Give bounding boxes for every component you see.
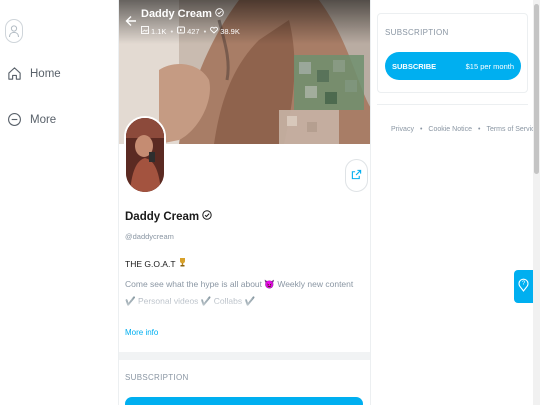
- footer-separator: •: [477, 126, 481, 133]
- profile-handle: @daddycream: [125, 232, 174, 241]
- video-icon: [177, 26, 186, 36]
- left-nav: Home More: [0, 0, 118, 405]
- cover-name: Daddy Cream: [141, 8, 224, 20]
- profile-column: Daddy Cream 1.1K • 427 • 38.9K Daddy Cre…: [118, 0, 371, 405]
- right-sidebar: SUBSCRIPTION SUBSCRIBE $15 per month Pri…: [371, 0, 540, 405]
- sidebar-divider: [377, 104, 528, 105]
- subscription-card: SUBSCRIPTION SUBSCRIBE $15 per month: [377, 13, 528, 93]
- nav-more[interactable]: More: [7, 112, 56, 127]
- section-divider: [119, 352, 370, 360]
- stat-separator: •: [203, 26, 207, 36]
- more-info-link[interactable]: More info: [125, 328, 158, 337]
- subscribe-button[interactable]: SUBSCRIBE $15 per month: [385, 52, 521, 80]
- stat-photos-value: 1.1K: [151, 26, 167, 36]
- subscription-card-label: SUBSCRIPTION: [385, 28, 449, 37]
- more-icon: [7, 112, 22, 127]
- subscription-label: SUBSCRIPTION: [125, 373, 189, 382]
- share-button[interactable]: [345, 159, 368, 192]
- bio-fade: [119, 292, 370, 310]
- privacy-link[interactable]: Privacy: [391, 126, 414, 133]
- cover-stats: 1.1K • 427 • 38.9K: [141, 26, 240, 36]
- bio-title-text: THE G.O.A.T: [125, 259, 176, 269]
- profile-name: Daddy Cream: [125, 210, 212, 223]
- nav-home-label: Home: [30, 67, 61, 80]
- help-icon: ?: [518, 277, 529, 297]
- scrollbar-thumb[interactable]: [534, 4, 539, 174]
- cover-name-text: Daddy Cream: [141, 8, 212, 20]
- trophy-icon: [178, 258, 187, 269]
- profile-page: Home More Daddy Cream 1.1K • 427 • 38.9K…: [0, 0, 540, 405]
- svg-text:?: ?: [522, 281, 526, 287]
- user-avatar-icon[interactable]: [5, 19, 23, 43]
- footer-links: Privacy • Cookie Notice • Terms of Servi…: [391, 126, 539, 133]
- terms-link[interactable]: Terms of Service: [486, 126, 538, 133]
- page-scrollbar[interactable]: [533, 0, 540, 405]
- heart-icon: [210, 26, 219, 36]
- nav-home[interactable]: Home: [7, 66, 61, 81]
- stat-separator: •: [170, 26, 174, 36]
- cover-shade: [119, 0, 370, 44]
- subscribe-button[interactable]: [125, 397, 363, 405]
- stat-photos: 1.1K: [141, 26, 166, 36]
- avatar[interactable]: [124, 116, 166, 194]
- cookie-notice-link[interactable]: Cookie Notice: [428, 126, 472, 133]
- back-arrow-icon[interactable]: [125, 14, 137, 32]
- verified-icon: [202, 210, 212, 223]
- stat-videos-value: 427: [187, 26, 200, 36]
- subscribe-button-label: SUBSCRIBE: [392, 61, 437, 71]
- nav-more-label: More: [30, 113, 57, 126]
- bio-title: THE G.O.A.T: [125, 257, 187, 269]
- stat-likes: 38.9K: [210, 26, 240, 36]
- image-icon: [141, 26, 149, 36]
- verified-icon: [215, 8, 224, 20]
- stat-likes-value: 38.9K: [220, 26, 240, 36]
- footer-separator: •: [419, 126, 423, 133]
- share-icon: [351, 167, 362, 185]
- profile-name-text: Daddy Cream: [125, 210, 200, 223]
- subscribe-price: $15 per month: [465, 61, 514, 71]
- home-icon: [7, 66, 22, 81]
- help-button[interactable]: ?: [514, 270, 533, 303]
- stat-videos: 427: [177, 26, 200, 36]
